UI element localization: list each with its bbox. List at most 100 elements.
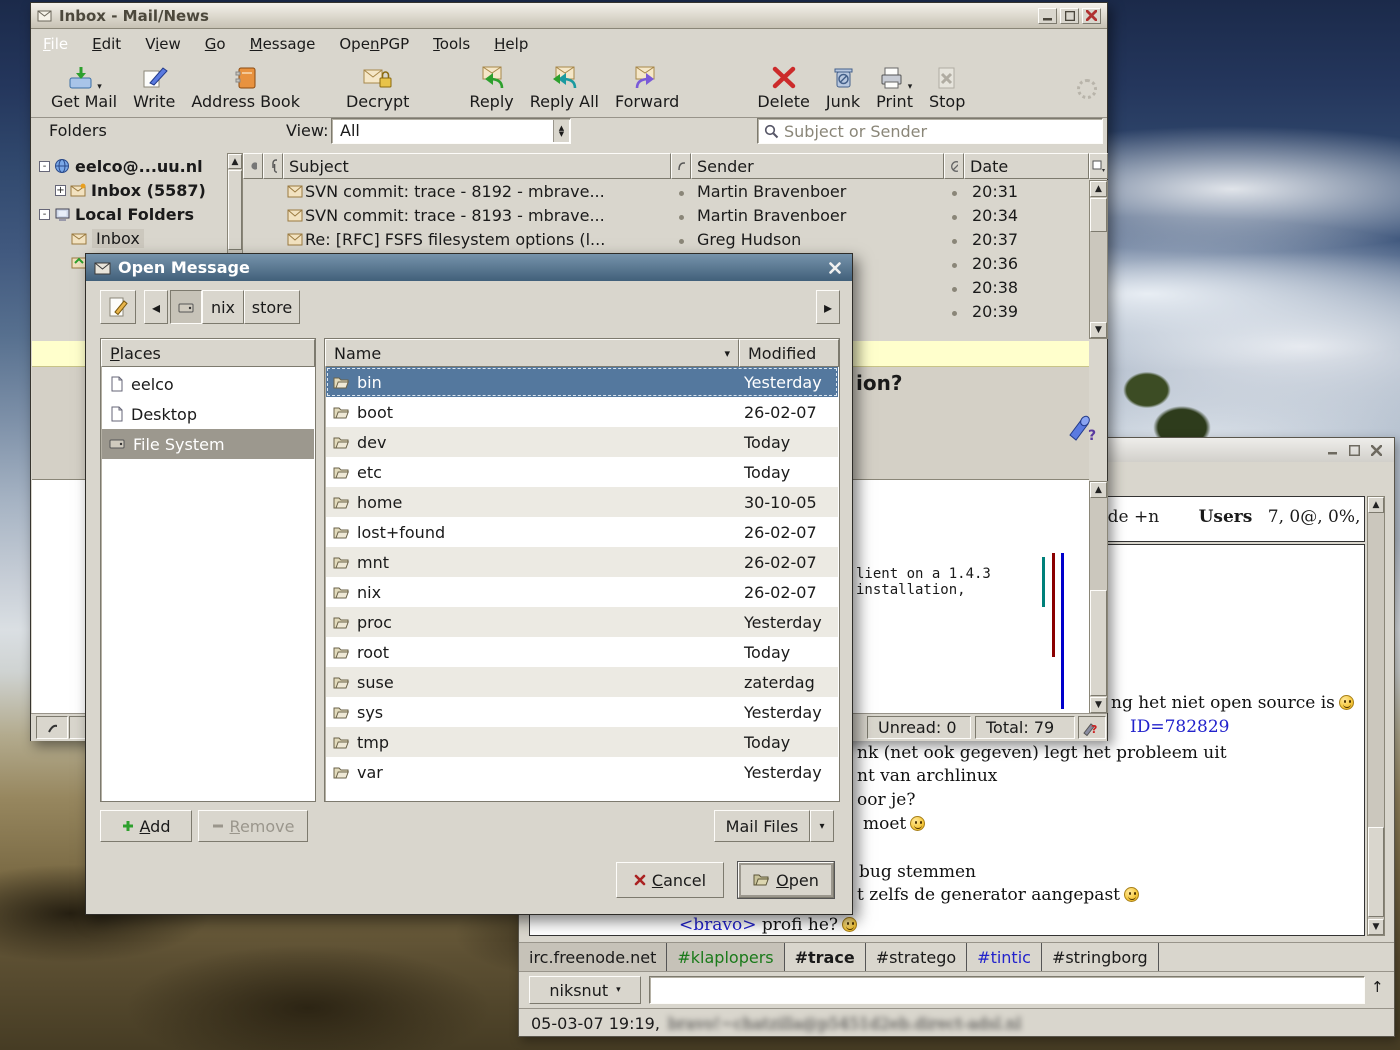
message-row[interactable]: SVN commit: trace - 8193 - mbrave... Mar… bbox=[243, 205, 1089, 229]
folders-scrollbar-thumb[interactable] bbox=[228, 170, 242, 250]
column-picker-button[interactable] bbox=[1089, 153, 1108, 179]
irc-message-input[interactable] bbox=[650, 977, 1364, 1003]
maximize-button[interactable] bbox=[1060, 8, 1079, 24]
places-header[interactable]: Places bbox=[101, 339, 315, 367]
place-desktop[interactable]: Desktop bbox=[102, 399, 314, 429]
path-root-button[interactable] bbox=[170, 290, 202, 324]
irc-scrollbar[interactable]: ▲ ▼ bbox=[1367, 496, 1385, 936]
write-button[interactable]: Write bbox=[125, 63, 183, 113]
preview-scrollbar-thumb[interactable] bbox=[1090, 590, 1107, 696]
file-row[interactable]: binYesterday bbox=[326, 367, 838, 397]
open-message-dialog[interactable]: Open Message ◂ nix store ▸ Places eelco … bbox=[85, 253, 853, 915]
irc-scrollbar-thumb[interactable] bbox=[1368, 827, 1384, 917]
file-column-modified[interactable]: Modified bbox=[739, 339, 839, 367]
close-button[interactable] bbox=[1082, 8, 1101, 24]
irc-history-up-icon[interactable]: ↑ bbox=[1371, 978, 1384, 996]
tab-tintic[interactable]: #tintic bbox=[967, 943, 1042, 971]
tab-stringborg[interactable]: #stringborg bbox=[1042, 943, 1159, 971]
file-row[interactable]: nix26-02-07 bbox=[326, 577, 838, 607]
menu-edit[interactable]: Edit bbox=[92, 35, 121, 53]
openpgp-pen-question-icon[interactable]: ? bbox=[1062, 409, 1096, 443]
tab-server[interactable]: irc.freenode.net bbox=[519, 943, 667, 971]
message-row[interactable]: SVN commit: trace - 8192 - mbrave... Mar… bbox=[243, 181, 1089, 205]
path-nav-right-button[interactable]: ▸ bbox=[816, 290, 840, 324]
view-filter-combo[interactable]: All ▲▼ bbox=[331, 118, 571, 144]
tab-klaplopers[interactable]: #klaplopers bbox=[667, 943, 784, 971]
get-mail-button[interactable]: ▾ Get Mail bbox=[43, 63, 125, 113]
scroll-down-icon[interactable]: ▼ bbox=[1368, 919, 1384, 935]
column-date[interactable]: Date bbox=[964, 153, 1089, 179]
mail-toolbar[interactable]: ▾ Get Mail Write Address Book Decrypt Re… bbox=[31, 57, 1107, 118]
minimize-button[interactable] bbox=[1038, 8, 1057, 24]
delete-button[interactable]: Delete bbox=[749, 63, 818, 113]
expander-open-icon[interactable]: - bbox=[39, 209, 50, 220]
dialog-close-button[interactable] bbox=[825, 260, 844, 276]
menu-view[interactable]: View bbox=[145, 35, 181, 53]
forward-button[interactable]: Forward bbox=[607, 63, 687, 113]
file-row[interactable]: varYesterday bbox=[326, 757, 838, 787]
file-row[interactable]: procYesterday bbox=[326, 607, 838, 637]
menu-help[interactable]: Help bbox=[494, 35, 528, 53]
expander-open-icon[interactable]: - bbox=[39, 161, 50, 172]
combo-stepper-icon[interactable]: ▲▼ bbox=[553, 120, 569, 142]
cancel-button[interactable]: Cancel bbox=[616, 862, 724, 898]
irc-bug-link[interactable]: ID=782829 bbox=[1130, 717, 1230, 737]
junk-button[interactable]: Junk bbox=[818, 63, 868, 113]
column-subject[interactable]: Subject bbox=[283, 153, 671, 179]
print-button[interactable]: ▾ Print bbox=[868, 63, 921, 113]
statusbar-corner-icon-box[interactable] bbox=[36, 716, 68, 739]
file-row[interactable]: mnt26-02-07 bbox=[326, 547, 838, 577]
tab-stratego[interactable]: #stratego bbox=[866, 943, 967, 971]
preview-scrollbar[interactable]: ▲ ▼ bbox=[1089, 481, 1108, 713]
file-row[interactable]: lost+found26-02-07 bbox=[326, 517, 838, 547]
column-junk[interactable] bbox=[944, 153, 964, 179]
menu-tools[interactable]: Tools bbox=[433, 35, 470, 53]
menubar[interactable]: File Edit View Go Message OpenPGP Tools … bbox=[31, 30, 1107, 57]
scroll-up-icon[interactable]: ▲ bbox=[1368, 497, 1384, 513]
add-button[interactable]: Add bbox=[100, 810, 192, 842]
folder-inbox-local-row[interactable]: Inbox bbox=[71, 226, 144, 250]
reply-all-button[interactable]: Reply All bbox=[522, 63, 607, 113]
type-filename-button[interactable] bbox=[100, 290, 136, 324]
message-list-scrollbar-thumb[interactable] bbox=[1090, 198, 1107, 232]
file-row[interactable]: devToday bbox=[326, 427, 838, 457]
menu-openpgp[interactable]: OpenPGP bbox=[339, 35, 409, 53]
irc-maximize-button[interactable] bbox=[1345, 442, 1364, 458]
file-row[interactable]: rootToday bbox=[326, 637, 838, 667]
mail-titlebar[interactable]: Inbox - Mail/News bbox=[31, 3, 1107, 29]
place-eelco[interactable]: eelco bbox=[102, 369, 314, 399]
message-row[interactable]: Re: [RFC] FSFS filesystem options (l... … bbox=[243, 229, 1089, 253]
column-attachment[interactable] bbox=[263, 153, 283, 179]
reply-button[interactable]: Reply bbox=[461, 63, 521, 113]
scroll-up-icon[interactable]: ▲ bbox=[1090, 181, 1107, 197]
folder-inbox-account-row[interactable]: + Inbox (5587) bbox=[55, 178, 206, 202]
folder-local-row[interactable]: - Local Folders bbox=[39, 202, 194, 226]
irc-tab-bar[interactable]: irc.freenode.net #klaplopers #trace #str… bbox=[519, 942, 1394, 972]
file-row[interactable]: sysYesterday bbox=[326, 697, 838, 727]
expander-closed-icon[interactable]: + bbox=[55, 185, 66, 196]
folder-account-row[interactable]: - eelco@...uu.nl bbox=[39, 154, 203, 178]
message-list-scrollbar[interactable]: ▲ ▼ bbox=[1089, 180, 1108, 339]
column-thread[interactable] bbox=[671, 153, 691, 179]
filter-combo-arrow[interactable]: ▾ bbox=[810, 810, 834, 842]
file-row[interactable]: home30-10-05 bbox=[326, 487, 838, 517]
decrypt-button[interactable]: Decrypt bbox=[338, 63, 417, 113]
file-row[interactable]: boot26-02-07 bbox=[326, 397, 838, 427]
place-file-system[interactable]: File System bbox=[102, 429, 314, 459]
path-segment-store[interactable]: store bbox=[244, 290, 300, 324]
path-nav-left-button[interactable]: ◂ bbox=[144, 290, 168, 324]
irc-input-wrap[interactable] bbox=[649, 976, 1365, 1004]
file-row[interactable]: tmpToday bbox=[326, 727, 838, 757]
scroll-up-icon[interactable]: ▲ bbox=[1090, 482, 1107, 498]
scroll-up-icon[interactable]: ▲ bbox=[228, 154, 242, 169]
tab-trace[interactable]: #trace bbox=[785, 943, 866, 971]
file-row[interactable]: etcToday bbox=[326, 457, 838, 487]
openpgp-status-box[interactable]: ? bbox=[1078, 716, 1106, 739]
irc-minimize-button[interactable] bbox=[1323, 442, 1342, 458]
search-input[interactable] bbox=[784, 122, 1096, 141]
column-flag[interactable] bbox=[243, 153, 263, 179]
address-book-button[interactable]: Address Book bbox=[183, 63, 308, 113]
path-segment-nix[interactable]: nix bbox=[202, 290, 244, 324]
menu-file[interactable]: File bbox=[43, 35, 68, 53]
file-list[interactable]: Name ▾ Modified binYesterday boot26-02-0… bbox=[324, 338, 840, 802]
